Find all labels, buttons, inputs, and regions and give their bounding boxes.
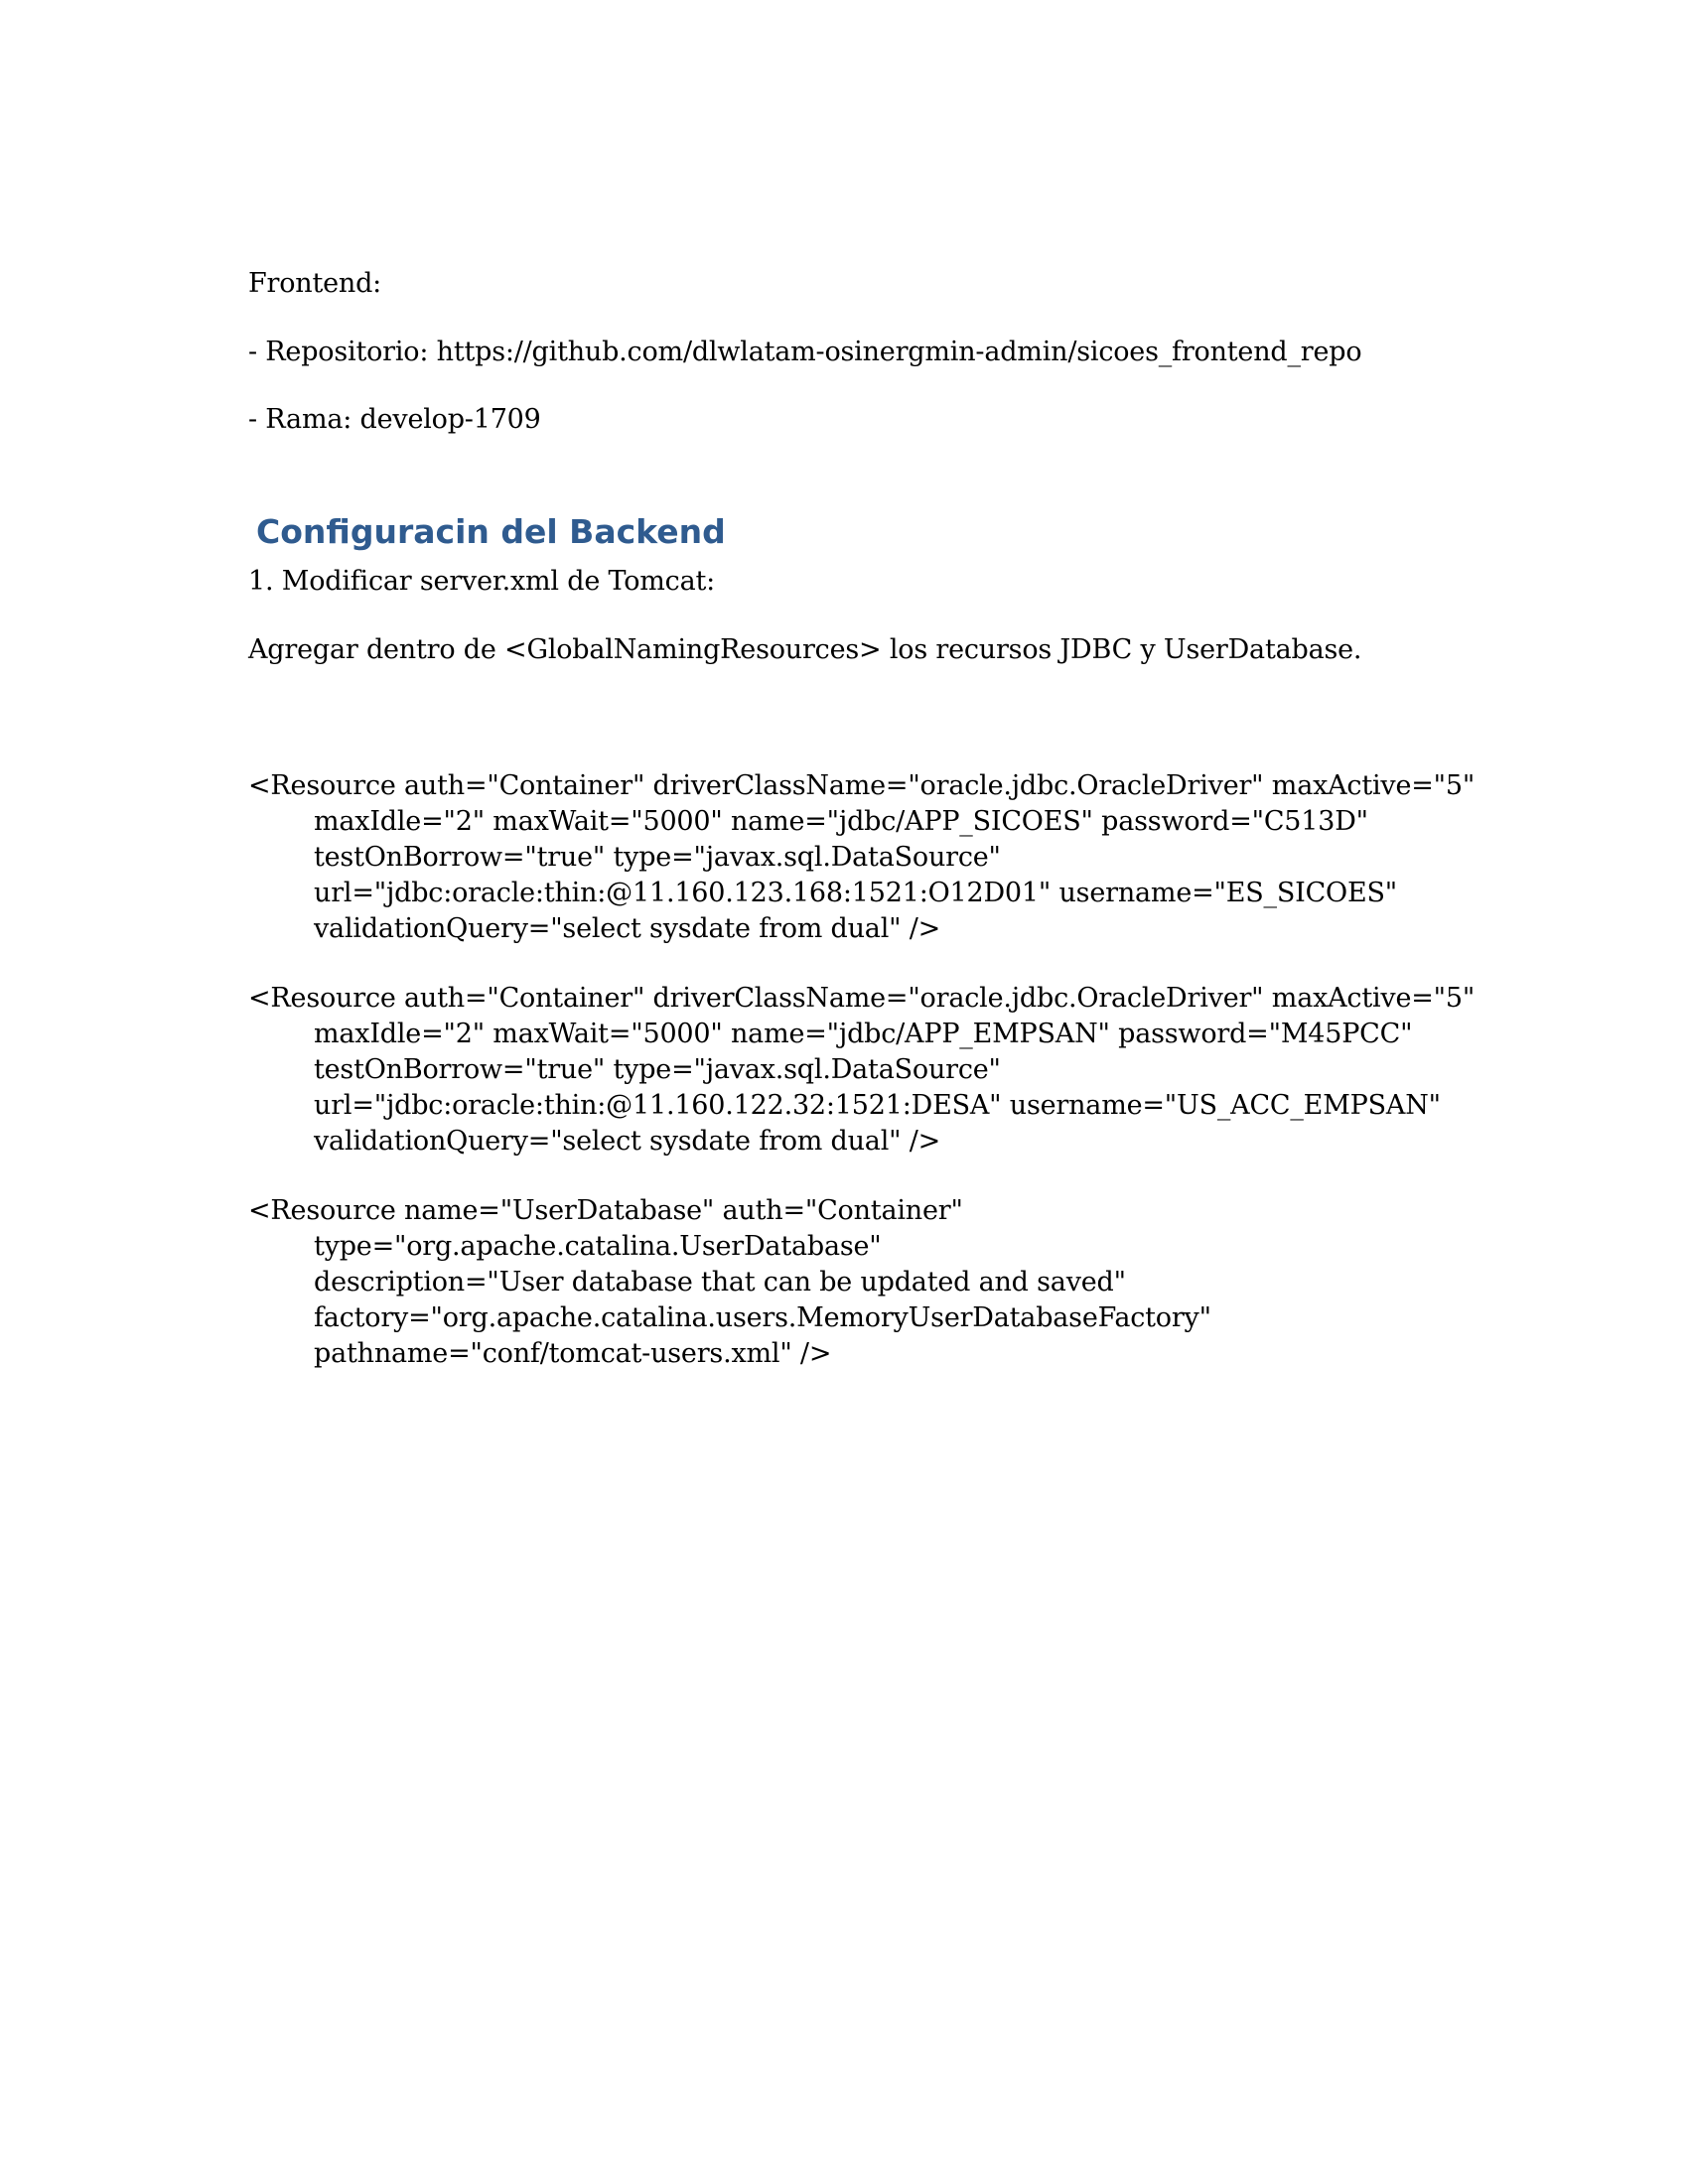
code-line: factory="org.apache.catalina.users.Memor… <box>314 1302 1211 1333</box>
code-line: type="org.apache.catalina.UserDatabase" <box>314 1231 882 1262</box>
backend-heading: Configuracin del Backend <box>256 512 726 551</box>
resource-block-userdatabase: <Resource name="UserDatabase" auth="Cont… <box>248 1193 1211 1372</box>
code-line: pathname="conf/tomcat-users.xml" /> <box>314 1338 832 1369</box>
code-line: testOnBorrow="true" type="javax.sql.Data… <box>314 1054 1001 1085</box>
code-line: description="User database that can be u… <box>314 1267 1126 1297</box>
resource-block-sicoes: <Resource auth="Container" driverClassNa… <box>248 768 1475 947</box>
backend-step-1: 1. Modificar server.xml de Tomcat: <box>248 566 716 597</box>
code-line: maxIdle="2" maxWait="5000" name="jdbc/AP… <box>314 1019 1413 1049</box>
code-line: maxIdle="2" maxWait="5000" name="jdbc/AP… <box>314 806 1368 837</box>
code-line: <Resource auth="Container" driverClassNa… <box>248 770 1476 801</box>
code-line: validationQuery="select sysdate from dua… <box>314 1126 941 1157</box>
resource-block-empsan: <Resource auth="Container" driverClassNa… <box>248 981 1475 1160</box>
code-line: <Resource auth="Container" driverClassNa… <box>248 983 1476 1014</box>
code-line: testOnBorrow="true" type="javax.sql.Data… <box>314 842 1001 873</box>
backend-instruction: Agregar dentro de <GlobalNamingResources… <box>248 634 1362 665</box>
code-line: url="jdbc:oracle:thin:@11.160.123.168:15… <box>314 878 1398 908</box>
frontend-branch-line: - Rama: develop-1709 <box>248 404 541 435</box>
frontend-title: Frontend: <box>248 268 382 299</box>
code-line: validationQuery="select sysdate from dua… <box>314 913 941 944</box>
frontend-repo-line: - Repositorio: https://github.com/dlwlat… <box>248 337 1362 367</box>
code-line: url="jdbc:oracle:thin:@11.160.122.32:152… <box>314 1090 1441 1121</box>
document-page: Frontend: - Repositorio: https://github.… <box>0 0 1688 2184</box>
code-line: <Resource name="UserDatabase" auth="Cont… <box>248 1195 963 1226</box>
